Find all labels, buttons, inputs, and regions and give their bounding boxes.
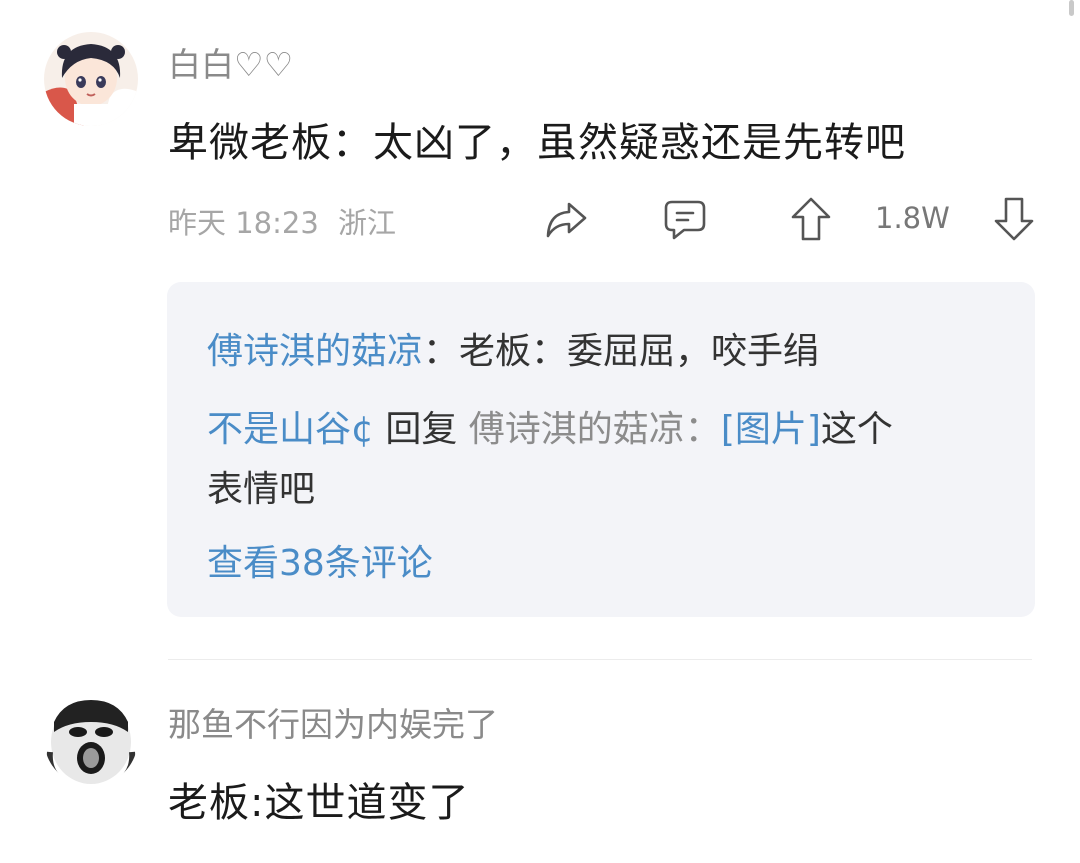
comment-time: 昨天 18:23 — [168, 206, 319, 240]
upvote-icon[interactable] — [789, 195, 833, 247]
reply-separator: ： — [423, 331, 460, 372]
comment-location: 浙江 — [338, 206, 397, 240]
comment-item: 白白♡♡ 卑微老板：太凶了，虽然疑惑还是先转吧 昨天 18:23 浙江 1.8W… — [0, 0, 1080, 660]
comment-item: 那鱼不行因为内娱完了 老板:这世道变了 — [0, 660, 1080, 863]
like-count: 1.8W — [875, 201, 950, 235]
reply-word: 回复 — [373, 409, 469, 450]
view-all-replies-link[interactable]: 查看38条评论 — [207, 534, 433, 586]
comment-text: 卑微老板：太凶了，虽然疑惑还是先转吧 — [168, 120, 906, 166]
reply-line: 傅诗淇的菇凉：老板：委屈屈，咬手绢 — [207, 322, 819, 374]
avatar[interactable] — [44, 32, 138, 126]
reply-target[interactable]: 傅诗淇的菇凉： — [469, 409, 721, 450]
reply-line: 不是山谷¢ 回复 傅诗淇的菇凉：[图片]这个 — [207, 400, 893, 452]
comment-meta: 昨天 18:23 浙江 — [168, 200, 396, 242]
reply-image-link[interactable]: [图片] — [721, 409, 821, 450]
reply-text: 老板：委屈屈，咬手绢 — [459, 331, 820, 372]
reply-text-continued: 表情吧 — [207, 469, 316, 510]
share-icon[interactable] — [543, 196, 589, 246]
comment-username[interactable]: 白白♡♡ — [168, 38, 293, 86]
reply-text: 这个 — [820, 409, 893, 450]
downvote-icon[interactable] — [992, 195, 1036, 247]
comment-icon[interactable] — [662, 198, 708, 246]
reply-author[interactable]: 傅诗淇的菇凉 — [207, 331, 423, 372]
comment-username[interactable]: 那鱼不行因为内娱完了 — [168, 698, 498, 746]
reply-author[interactable]: 不是山谷¢ — [207, 409, 374, 450]
comment-text: 老板:这世道变了 — [168, 780, 470, 826]
reply-preview-box[interactable]: 傅诗淇的菇凉：老板：委屈屈，咬手绢 不是山谷¢ 回复 傅诗淇的菇凉：[图片]这个… — [167, 282, 1035, 617]
avatar[interactable] — [44, 692, 138, 786]
